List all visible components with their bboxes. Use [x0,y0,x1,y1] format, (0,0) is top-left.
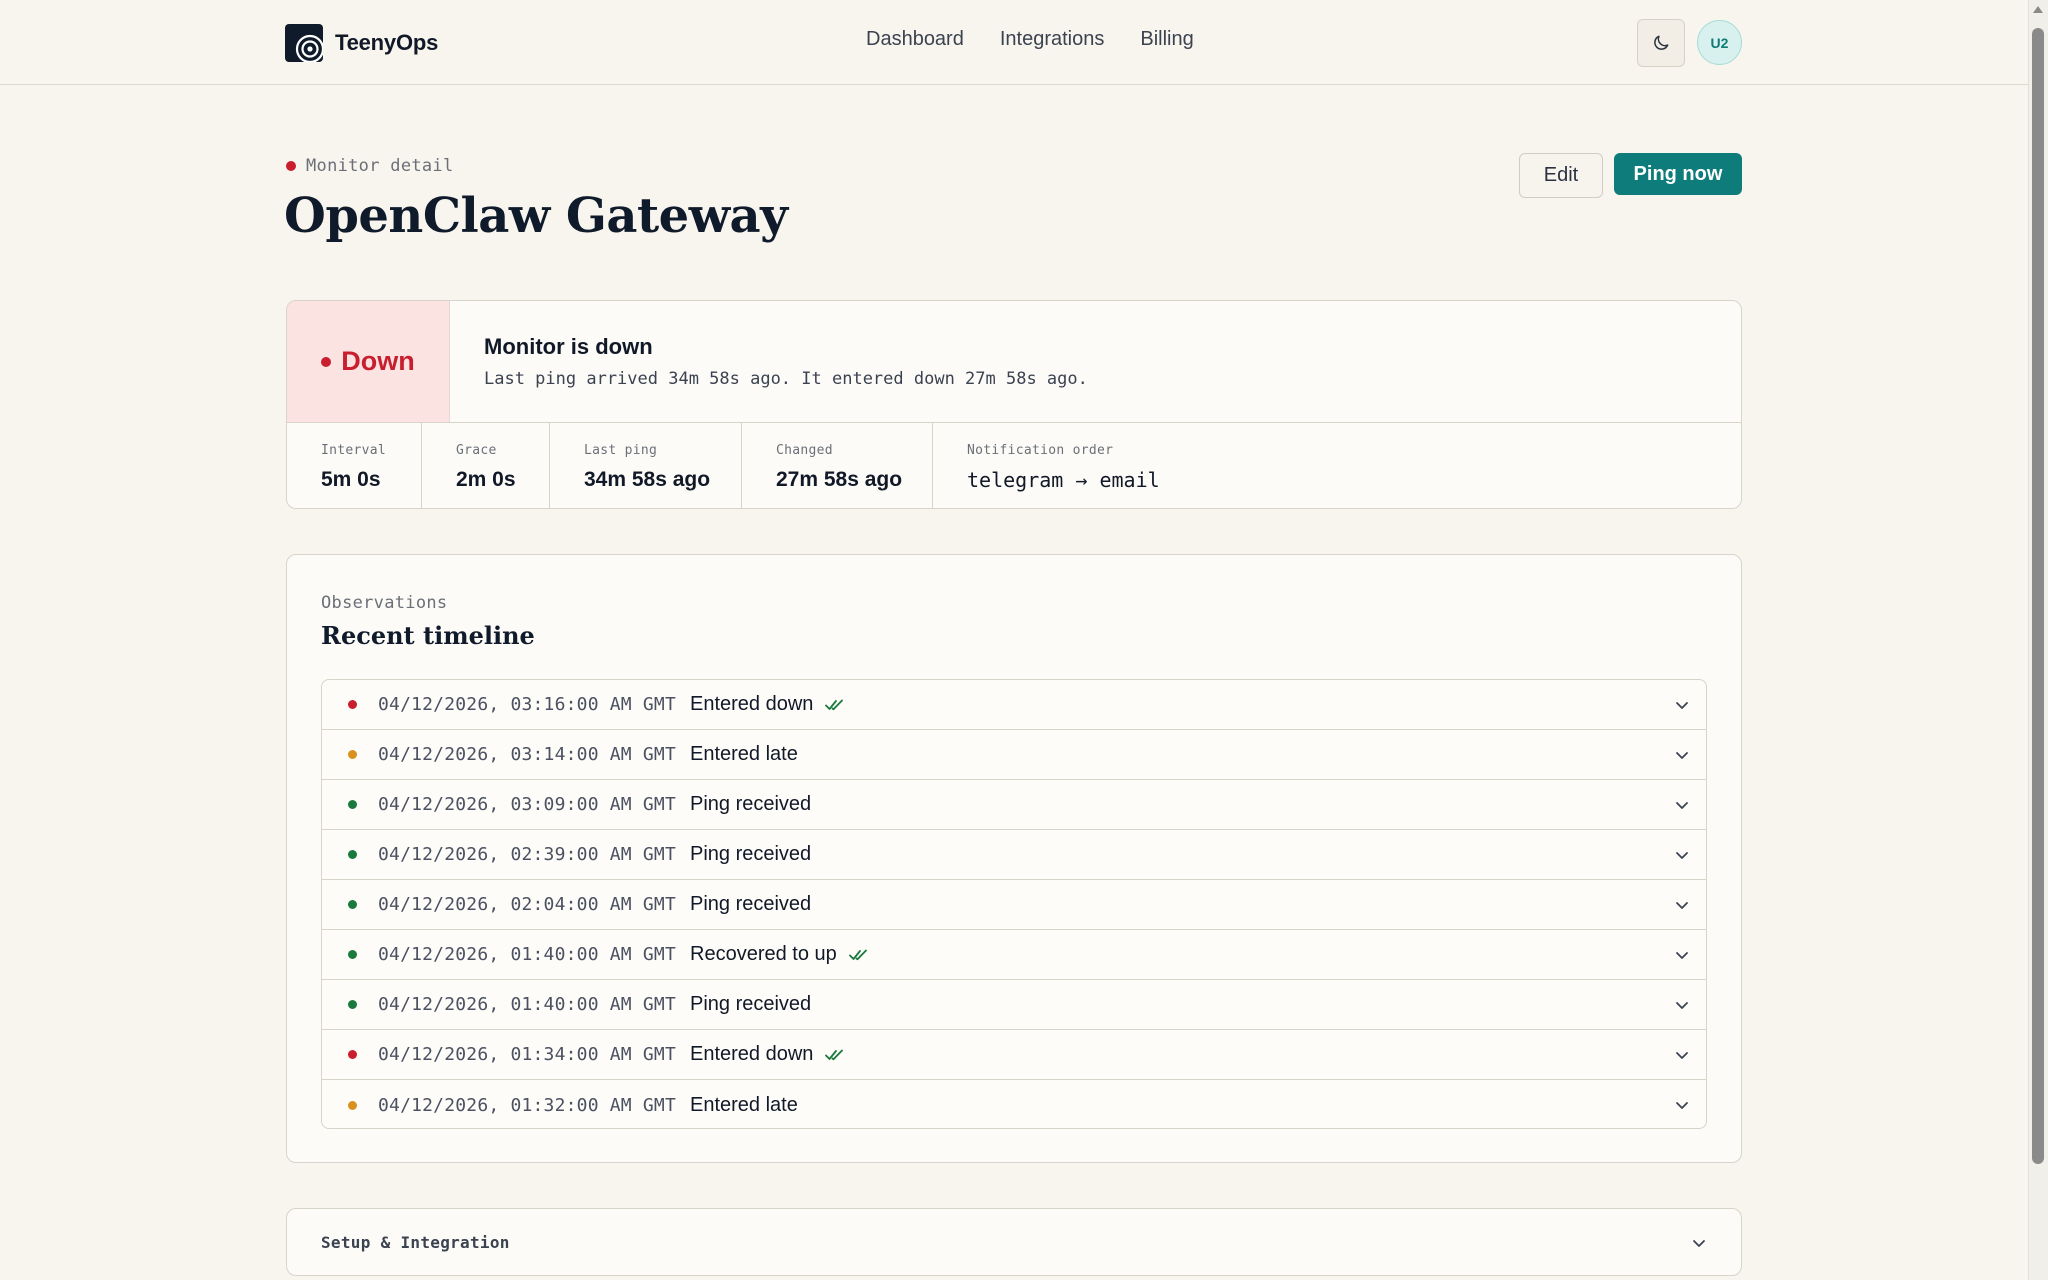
chevron-down-icon[interactable] [1674,847,1690,863]
status-description: Last ping arrived 34m 58s ago. It entere… [484,369,1088,389]
moon-icon [1654,35,1669,50]
timeline-row[interactable]: 04/12/2026, 01:32:00 AM GMT Entered late [322,1080,1706,1128]
stat-grace: Grace 2m 0s [422,423,550,508]
double-check-icon [848,948,869,962]
timeline-list: 04/12/2026, 03:16:00 AM GMT Entered down 0… [321,679,1707,1129]
timeline-timestamp: 04/12/2026, 02:39:00 AM GMT [378,844,676,865]
timeline-event: Ping received [690,793,812,815]
timeline-row[interactable]: 04/12/2026, 02:04:00 AM GMT Ping received [322,880,1706,930]
status-dot-up [348,800,357,809]
timeline-timestamp: 04/12/2026, 03:14:00 AM GMT [378,744,676,765]
timeline-row[interactable]: 04/12/2026, 01:40:00 AM GMT Recovered to … [322,930,1706,980]
timeline-event: Entered down [690,1043,814,1065]
chevron-down-icon[interactable] [1674,897,1690,913]
avatar[interactable]: U2 [1697,20,1742,65]
timeline-row[interactable]: 04/12/2026, 02:39:00 AM GMT Ping received [322,830,1706,880]
stat-last-ping: Last ping 34m 58s ago [550,423,742,508]
status-badge: Down [287,301,450,422]
nav-item-integrations[interactable]: Integrations [1000,28,1105,56]
timeline-card: Observations Recent timeline 04/12/2026,… [286,554,1742,1163]
chevron-down-icon[interactable] [1674,797,1690,813]
status-badge-label: Down [341,346,415,376]
brand[interactable]: TeenyOps [285,23,438,62]
brand-name: TeenyOps [335,29,439,55]
status-dot-up [348,900,357,909]
stat-label: Changed [776,443,833,458]
stat-value: 5m 0s [321,468,381,491]
timeline-event: Entered late [690,743,798,765]
main-nav: Dashboard Integrations Billing [866,28,1194,56]
status-dot-late [348,1100,357,1110]
chevron-down-icon[interactable] [1674,697,1690,713]
chevron-down-icon[interactable] [1674,747,1690,763]
chevron-down-icon[interactable] [1674,1047,1690,1063]
stat-label: Last ping [584,443,658,458]
timeline-timestamp: 04/12/2026, 03:09:00 AM GMT [378,794,676,815]
timeline-event: Ping received [690,893,812,915]
timeline-event: Ping received [690,993,812,1015]
stat-label: Grace [456,443,497,458]
chevron-down-icon [1693,1240,1705,1247]
status-dot-down [348,1050,357,1059]
status-dot-up [348,850,357,859]
stat-label: Interval [321,443,387,458]
stat-value: 27m 58s ago [776,468,903,491]
timeline-timestamp: 04/12/2026, 01:32:00 AM GMT [378,1094,676,1116]
ping-now-button[interactable]: Ping now [1614,153,1742,195]
timeline-timestamp: 04/12/2026, 03:16:00 AM GMT [378,694,676,715]
timeline-event: Ping received [690,843,812,865]
double-check-icon [825,1048,845,1062]
status-heading: Monitor is down [484,334,653,359]
stat-notification-order: Notification order telegram → email [933,423,1741,508]
status-card: Down Monitor is down Last ping arrived 3… [286,300,1742,509]
edit-button[interactable]: Edit [1519,153,1603,198]
timeline-event: Recovered to up [690,943,837,965]
timeline-event: Entered late [690,1093,798,1116]
page-eyebrow: Monitor detail [286,156,454,176]
stat-value: 34m 58s ago [584,468,711,491]
stat-value: telegram → email [967,468,1160,492]
timeline-title: Recent timeline [321,621,535,650]
stat-changed: Changed 27m 58s ago [742,423,933,508]
nav-item-billing[interactable]: Billing [1140,28,1193,56]
timeline-timestamp: 04/12/2026, 01:40:00 AM GMT [378,944,676,965]
chevron-down-icon[interactable] [1674,997,1690,1013]
timeline-timestamp: 04/12/2026, 01:34:00 AM GMT [378,1044,676,1065]
timeline-row[interactable]: 04/12/2026, 03:16:00 AM GMT Entered down [322,680,1706,730]
double-check-icon [825,698,845,712]
status-dot-down [348,700,357,709]
status-dot [286,161,296,171]
timeline-row[interactable]: 04/12/2026, 01:40:00 AM GMT Ping received [322,980,1706,1030]
stat-label: Notification order [967,443,1114,458]
stat-value: 2m 0s [456,468,516,491]
page-title: OpenClaw Gateway [284,188,788,244]
status-dot [321,356,332,367]
timeline-timestamp: 04/12/2026, 01:40:00 AM GMT [378,994,676,1015]
chevron-down-icon[interactable] [1674,947,1690,963]
brand-logo-icon [285,23,323,62]
theme-toggle-button[interactable] [1637,19,1685,67]
timeline-row[interactable]: 04/12/2026, 01:34:00 AM GMT Entered down [322,1030,1706,1080]
page-eyebrow-label: Monitor detail [306,156,454,176]
timeline-event: Entered down [690,693,814,715]
scrollbar-thumb[interactable] [2032,28,2044,1164]
chevron-down-icon[interactable] [1674,1097,1690,1113]
status-dot-up [348,950,357,959]
timeline-eyebrow: Observations [321,593,448,613]
nav-item-dashboard[interactable]: Dashboard [866,28,964,56]
timeline-timestamp: 04/12/2026, 02:04:00 AM GMT [378,894,676,915]
status-dot-late [348,750,357,759]
status-dot-up [348,1000,357,1009]
stats-row: Interval 5m 0s Grace 2m 0s Last ping 34m… [287,422,1741,508]
scroll-up-arrow-icon[interactable] [2033,6,2043,13]
timeline-row[interactable]: 04/12/2026, 03:09:00 AM GMT Ping received [322,780,1706,830]
setup-integration-label: Setup & Integration [321,1233,510,1252]
setup-integration-section[interactable]: Setup & Integration [286,1208,1742,1276]
top-nav-bar: TeenyOps Dashboard Integrations Billing … [0,0,2028,85]
timeline-row[interactable]: 04/12/2026, 03:14:00 AM GMT Entered late [322,730,1706,780]
stat-interval: Interval 5m 0s [287,423,422,508]
